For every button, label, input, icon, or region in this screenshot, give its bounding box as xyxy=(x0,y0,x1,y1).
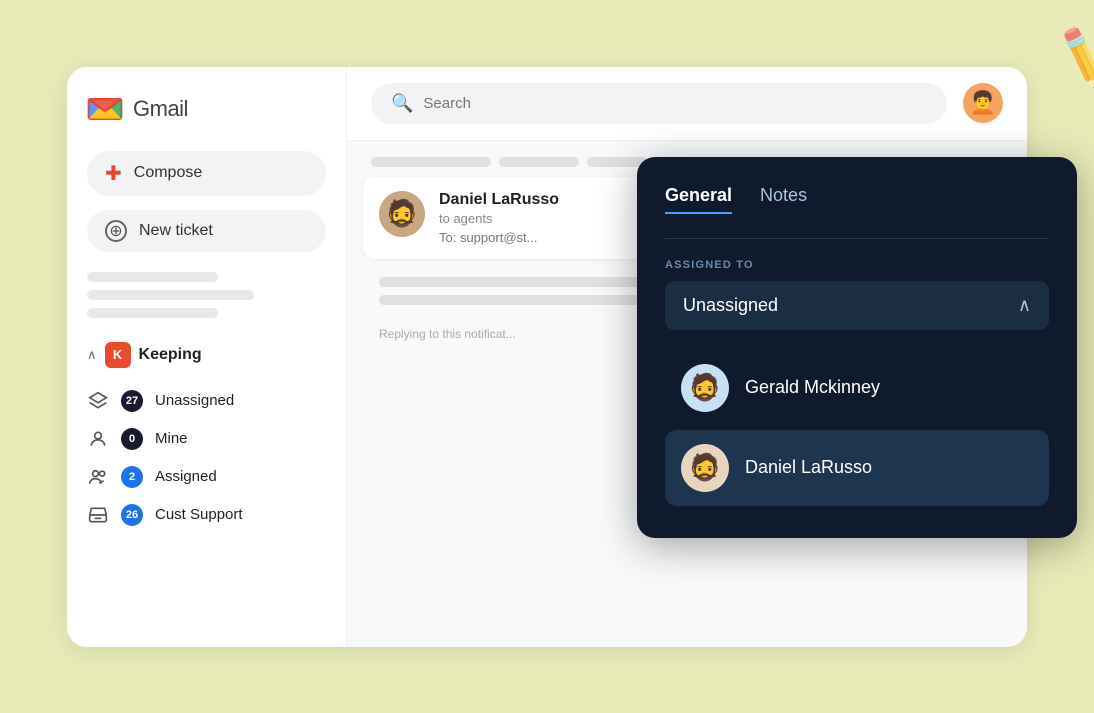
agent-option-daniel[interactable]: 🧔 Daniel LaRusso xyxy=(665,430,1049,506)
new-ticket-label: New ticket xyxy=(139,222,213,240)
person-icon xyxy=(87,428,109,450)
daniel-avatar: 🧔 xyxy=(681,444,729,492)
new-ticket-button[interactable]: ⊕ New ticket xyxy=(87,210,326,252)
search-icon: 🔍 xyxy=(391,93,413,114)
email-sender-avatar: 🧔 xyxy=(379,191,425,237)
panel-divider xyxy=(665,238,1049,239)
sidebar-item-assigned[interactable]: 2 Assigned xyxy=(87,458,326,496)
mine-badge: 0 xyxy=(121,428,143,450)
keeping-label: Keeping xyxy=(139,346,202,364)
panel-tabs: General Notes xyxy=(665,185,1049,214)
assigned-dropdown[interactable]: Unassigned ∧ xyxy=(665,281,1049,330)
compose-label: Compose xyxy=(134,164,202,182)
keeping-logo-icon: K xyxy=(105,342,131,368)
keeping-chevron-icon: ∧ xyxy=(87,347,97,363)
inbox-icon xyxy=(87,504,109,526)
ep-bar-1 xyxy=(371,157,491,167)
keeping-section: ∧ K Keeping 27 Unassigned xyxy=(87,342,326,534)
chevron-up-icon: ∧ xyxy=(1018,295,1031,316)
keeping-header: ∧ K Keeping xyxy=(87,342,326,368)
new-ticket-icon: ⊕ xyxy=(105,220,127,242)
gerald-name: Gerald Mckinney xyxy=(745,377,880,398)
ep-bar-3 xyxy=(587,157,647,167)
assigned-to-label: ASSIGNED TO xyxy=(665,259,1049,271)
mine-label: Mine xyxy=(155,430,188,447)
outer-frame: Gmail ✚ Compose ⊕ New ticket ∧ K Keeping xyxy=(0,0,1094,713)
assigned-value: Unassigned xyxy=(683,295,778,316)
dark-panel: General Notes ASSIGNED TO Unassigned ∧ 🧔… xyxy=(637,157,1077,538)
sidebar: Gmail ✚ Compose ⊕ New ticket ∧ K Keeping xyxy=(67,67,347,647)
tab-notes[interactable]: Notes xyxy=(760,185,807,214)
gerald-avatar: 🧔 xyxy=(681,364,729,412)
sidebar-item-mine[interactable]: 0 Mine xyxy=(87,420,326,458)
search-input[interactable] xyxy=(423,95,927,112)
tab-general[interactable]: General xyxy=(665,185,732,214)
sidebar-item-cust-support[interactable]: 26 Cust Support xyxy=(87,496,326,534)
main-card: Gmail ✚ Compose ⊕ New ticket ∧ K Keeping xyxy=(67,67,1027,647)
daniel-name: Daniel LaRusso xyxy=(745,457,872,478)
sidebar-item-unassigned[interactable]: 27 Unassigned xyxy=(87,382,326,420)
compose-icon: ✚ xyxy=(105,161,122,186)
unassigned-label: Unassigned xyxy=(155,392,234,409)
assigned-badge: 2 xyxy=(121,466,143,488)
topbar: 🔍 🧑‍🦱 xyxy=(347,67,1027,141)
search-bar[interactable]: 🔍 xyxy=(371,83,947,124)
decorative-squiggle: ✏️ xyxy=(1046,21,1094,95)
cust-support-label: Cust Support xyxy=(155,506,243,523)
gmail-text-label: Gmail xyxy=(133,96,188,122)
placeholder-bars xyxy=(87,272,326,318)
placeholder-bar-2 xyxy=(87,290,254,300)
ep-bar-2 xyxy=(499,157,579,167)
unassigned-badge: 27 xyxy=(121,390,143,412)
cust-support-badge: 26 xyxy=(121,504,143,526)
gmail-m-icon xyxy=(87,95,123,123)
user-avatar: 🧑‍🦱 xyxy=(963,83,1003,123)
compose-button[interactable]: ✚ Compose xyxy=(87,151,326,196)
gmail-logo: Gmail xyxy=(87,95,326,123)
placeholder-bar-1 xyxy=(87,272,218,282)
assigned-label: Assigned xyxy=(155,468,217,485)
people-icon xyxy=(87,466,109,488)
agent-option-gerald[interactable]: 🧔 Gerald Mckinney xyxy=(665,350,1049,426)
placeholder-bar-3 xyxy=(87,308,218,318)
layers-icon xyxy=(87,390,109,412)
